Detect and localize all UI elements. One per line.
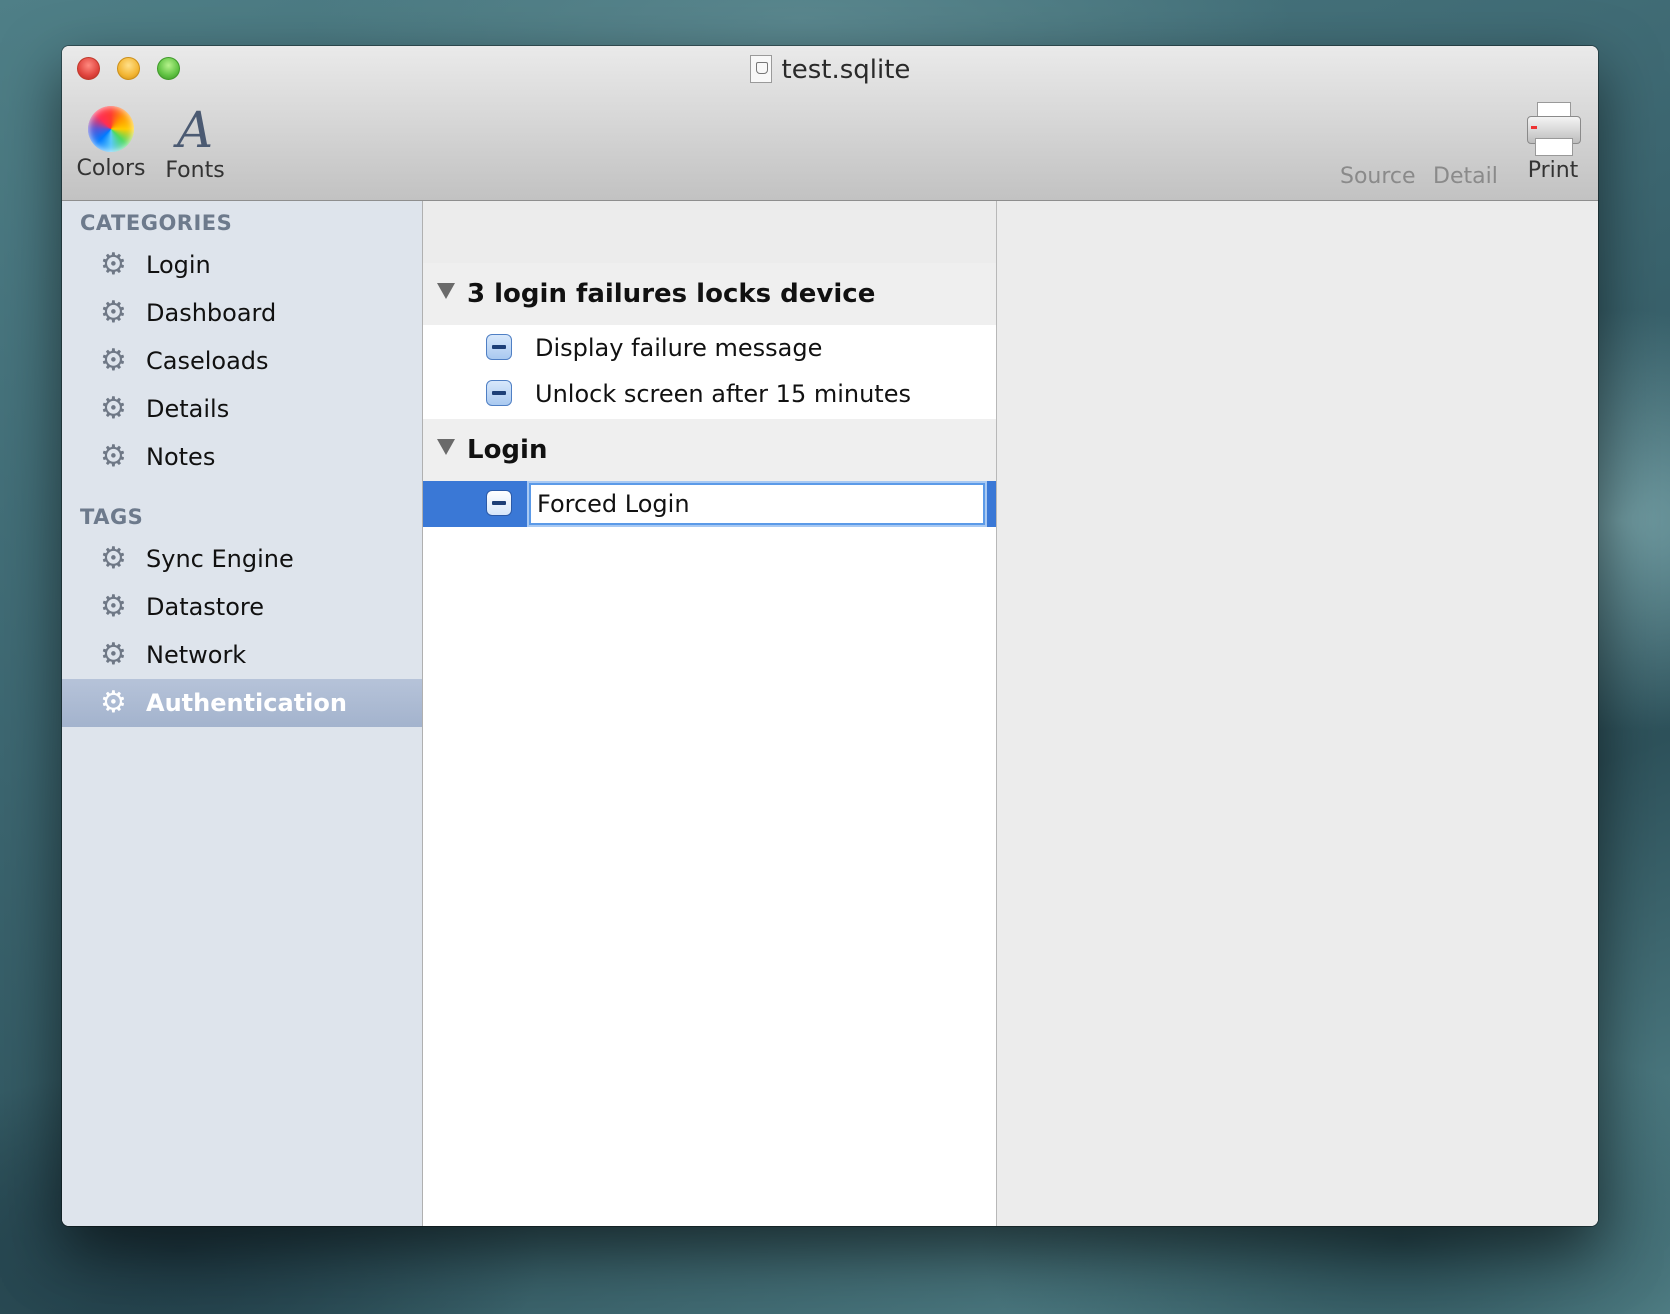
sqlite-document-icon <box>749 55 772 83</box>
sidebar-item-caseloads[interactable]: ⚙ Caseloads <box>62 337 422 385</box>
colors-label: Colors <box>76 156 146 181</box>
outline-group-row[interactable]: 3 login failures locks device <box>423 263 996 325</box>
outline-view: 3 login failures locks device Display fa… <box>423 201 997 1226</box>
tags-heading: TAGS <box>80 505 144 529</box>
outline-item-row[interactable]: Unlock screen after 15 minutes <box>423 371 996 417</box>
sidebar-item-label: Details <box>146 395 230 423</box>
outline-item-row-selected[interactable] <box>423 481 996 527</box>
sidebar-item-label: Authentication <box>146 689 347 717</box>
sidebar-item-label: Datastore <box>146 593 265 621</box>
gear-icon: ⚙ <box>100 541 127 576</box>
gear-icon: ⚙ <box>100 685 127 720</box>
item-edit-field[interactable] <box>529 483 985 525</box>
sidebar-item-datastore[interactable]: ⚙ Datastore <box>62 583 422 631</box>
window-title-text: test.sqlite <box>781 55 911 85</box>
sidebar-item-notes[interactable]: ⚙ Notes <box>62 433 422 481</box>
outline-group-row[interactable]: Login <box>423 419 996 481</box>
fonts-label: Fonts <box>165 158 225 183</box>
group-title: Login <box>467 435 548 465</box>
color-wheel-icon <box>88 106 134 152</box>
source-list-sidebar: CATEGORIES ⚙ Login ⚙ Dashboard ⚙ Caseloa… <box>62 201 423 1226</box>
disclosure-triangle-icon[interactable] <box>437 439 455 455</box>
source-toolbar-item[interactable]: Source <box>1340 164 1416 189</box>
sidebar-item-dashboard[interactable]: ⚙ Dashboard <box>62 289 422 337</box>
detail-toolbar-item[interactable]: Detail <box>1433 164 1498 189</box>
titlebar-toolbar: test.sqlite Colors A Fonts Source Detail… <box>62 46 1598 201</box>
disclosure-triangle-icon[interactable] <box>437 283 455 299</box>
mixed-checkbox-icon[interactable] <box>486 380 512 406</box>
fonts-button[interactable]: A Fonts <box>158 101 232 183</box>
gear-icon: ⚙ <box>100 343 127 378</box>
font-icon: A <box>176 101 214 159</box>
item-label: Unlock screen after 15 minutes <box>535 380 911 408</box>
sidebar-item-details[interactable]: ⚙ Details <box>62 385 422 433</box>
gear-icon: ⚙ <box>100 391 127 426</box>
window-title: test.sqlite <box>62 50 1598 90</box>
group-title: 3 login failures locks device <box>467 279 876 309</box>
sidebar-item-login[interactable]: ⚙ Login <box>62 241 422 289</box>
sidebar-item-network[interactable]: ⚙ Network <box>62 631 422 679</box>
sidebar-item-sync-engine[interactable]: ⚙ Sync Engine <box>62 535 422 583</box>
detail-pane <box>997 201 1598 1226</box>
categories-heading: CATEGORIES <box>80 211 233 235</box>
gear-icon: ⚙ <box>100 439 127 474</box>
sidebar-item-label: Network <box>146 641 247 669</box>
outline-item-row[interactable]: Display failure message <box>423 325 996 371</box>
sidebar-item-authentication[interactable]: ⚙ Authentication <box>62 679 422 727</box>
colors-button[interactable]: Colors <box>74 106 148 181</box>
printer-icon <box>1525 102 1581 156</box>
print-label: Print <box>1527 158 1579 183</box>
outline-header-area <box>423 201 996 263</box>
sidebar-item-label: Caseloads <box>146 347 269 375</box>
sidebar-item-label: Dashboard <box>146 299 277 327</box>
gear-icon: ⚙ <box>100 247 127 282</box>
sidebar-item-label: Sync Engine <box>146 545 294 573</box>
gear-icon: ⚙ <box>100 295 127 330</box>
sidebar-item-label: Notes <box>146 443 216 471</box>
item-label: Display failure message <box>535 334 823 362</box>
print-button[interactable]: Print <box>1518 102 1588 183</box>
app-window: test.sqlite Colors A Fonts Source Detail… <box>62 46 1598 1226</box>
gear-icon: ⚙ <box>100 589 127 624</box>
mixed-checkbox-icon[interactable] <box>486 334 512 360</box>
mixed-checkbox-icon[interactable] <box>486 490 512 516</box>
sidebar-item-label: Login <box>146 251 211 279</box>
gear-icon: ⚙ <box>100 637 127 672</box>
